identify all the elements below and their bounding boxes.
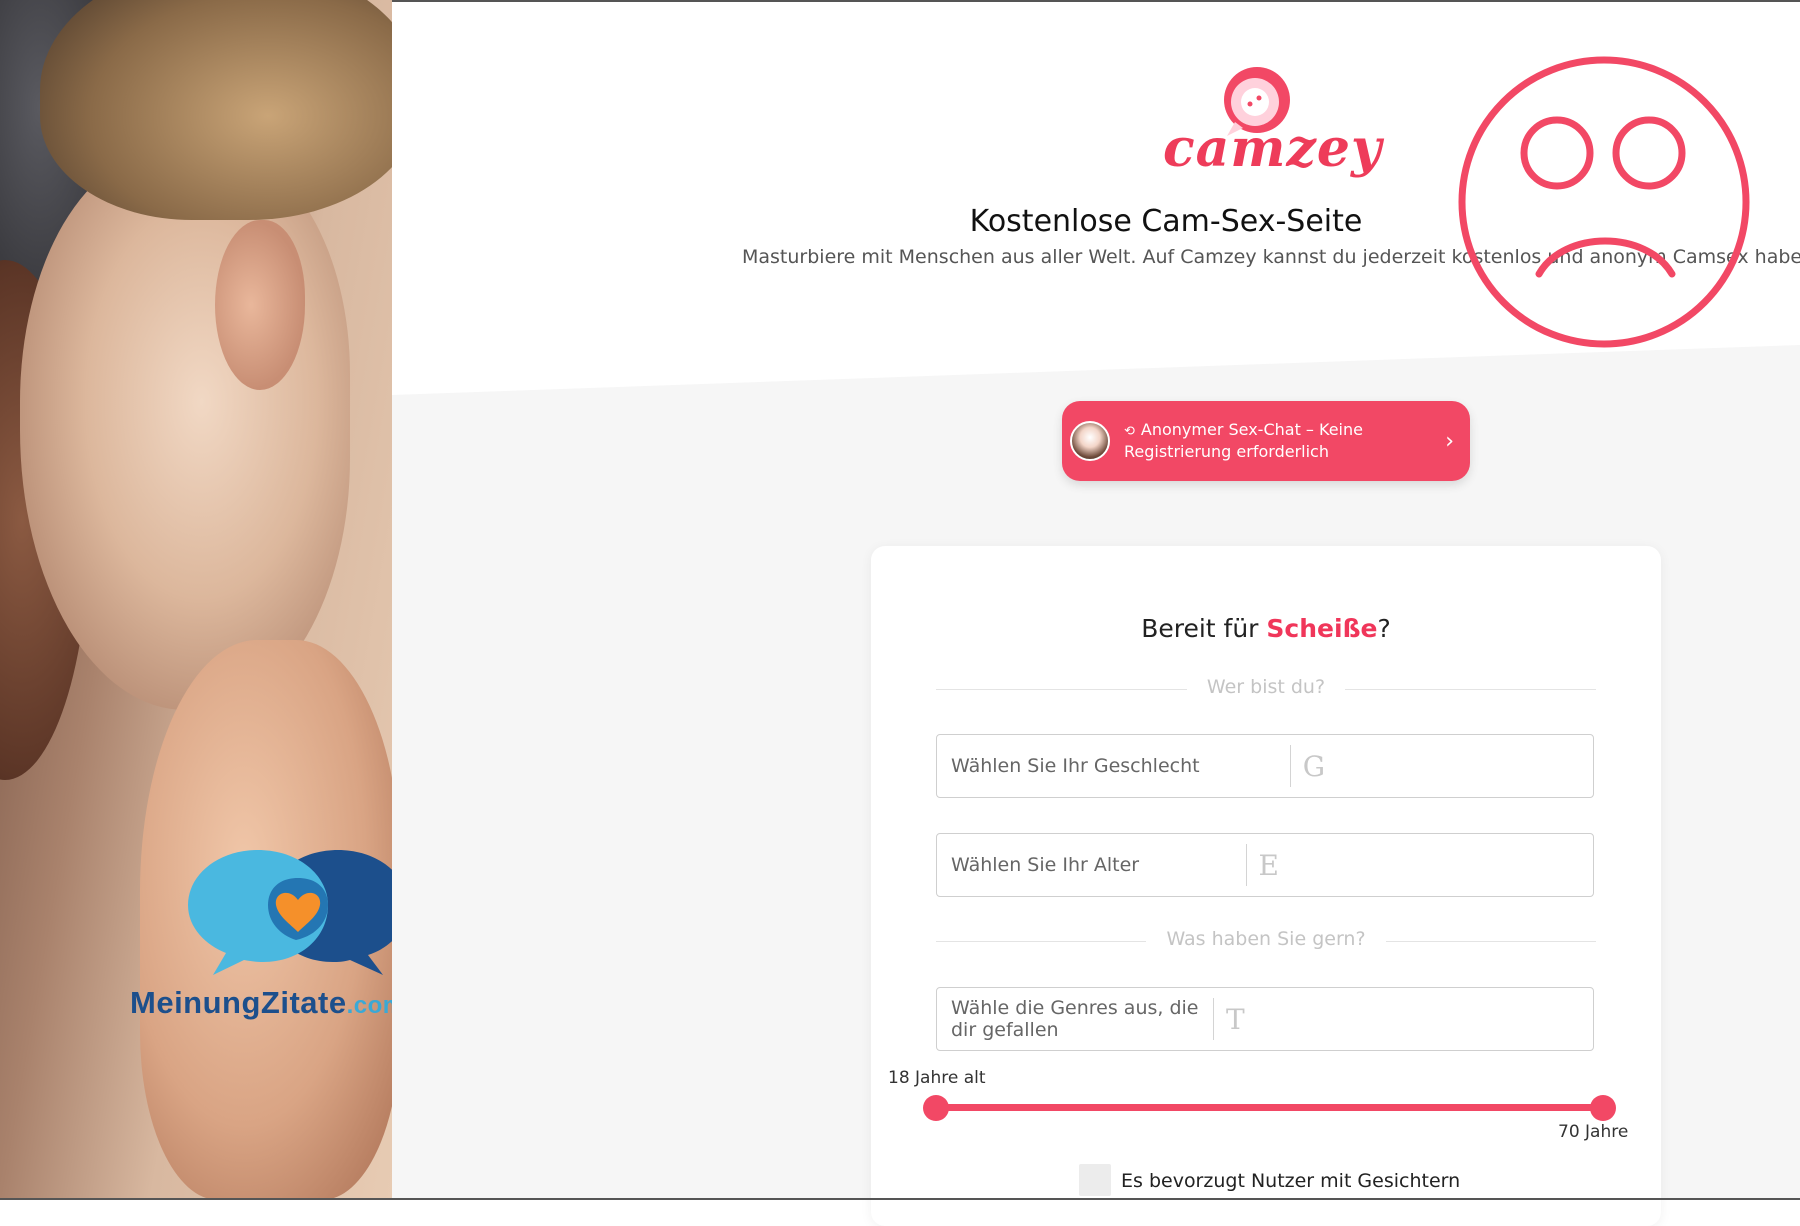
age-range-min-label: 18 Jahre alt xyxy=(888,1068,986,1088)
age-select[interactable]: Wählen Sie Ihr Alter E xyxy=(936,833,1594,897)
anonymous-chat-button[interactable]: ⟲ Anonymer Sex-Chat – Keine Registrierung… xyxy=(1062,401,1470,481)
faces-checkbox-label: Es bevorzugt Nutzer mit Gesichtern xyxy=(1121,1170,1461,1192)
sad-face-icon xyxy=(1458,56,1750,348)
anonymous-chat-label: Anonymer Sex-Chat – Keine Registrierung … xyxy=(1124,420,1363,461)
faces-checkbox[interactable] xyxy=(1079,1164,1111,1196)
age-input-letter: E xyxy=(1258,848,1279,882)
refresh-icon: ⟲ xyxy=(1124,424,1135,439)
age-range-slider[interactable] xyxy=(937,1104,1602,1111)
section-label-who: Wer bist du? xyxy=(1186,676,1346,698)
signup-card: Bereit für Scheiße? Wer bist du? Wählen … xyxy=(871,546,1661,1226)
genres-select[interactable]: Wähle die Genres aus, die dir gefallen T xyxy=(936,987,1594,1051)
avatar xyxy=(1070,421,1110,461)
chevron-right-icon: › xyxy=(1445,428,1454,454)
section-label-likes: Was haben Sie gern? xyxy=(1146,928,1386,950)
gender-input-letter: G xyxy=(1302,749,1326,783)
brand-logo-text: camzey xyxy=(1163,118,1383,179)
gender-placeholder: Wählen Sie Ihr Geschlecht xyxy=(951,755,1200,777)
age-range-max-handle[interactable] xyxy=(1590,1095,1616,1121)
age-range-max-label: 70 Jahre xyxy=(1558,1122,1629,1142)
age-range-min-handle[interactable] xyxy=(923,1095,949,1121)
main-content: camzey Kostenlose Cam-Sex-Seite Masturbi… xyxy=(392,0,1800,1226)
watermark-text: MeinungZitate.com xyxy=(130,985,405,1020)
card-title: Bereit für Scheiße? xyxy=(1141,614,1391,643)
genres-placeholder: Wähle die Genres aus, die dir gefallen xyxy=(951,997,1199,1041)
age-placeholder: Wählen Sie Ihr Alter xyxy=(951,854,1140,876)
gender-select[interactable]: Wählen Sie Ihr Geschlecht G xyxy=(936,734,1594,798)
genres-input-letter: T xyxy=(1226,1002,1245,1036)
